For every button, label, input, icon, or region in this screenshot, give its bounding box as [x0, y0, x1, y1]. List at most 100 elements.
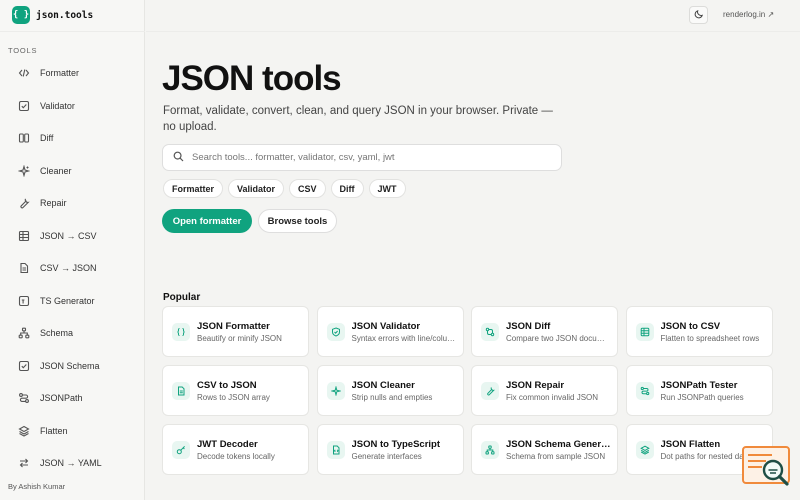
popular-tools-grid: JSON Formatter Beautify or minify JSON JS…	[162, 306, 773, 475]
search-input[interactable]	[192, 152, 552, 163]
sidebar-item-label: JSON → YAML	[40, 458, 102, 469]
wrench-icon	[18, 197, 30, 209]
table-icon	[18, 230, 30, 242]
card-description: Decode tokens locally	[197, 451, 275, 461]
table-icon	[635, 322, 654, 341]
card-title: JWT Decoder	[197, 438, 258, 450]
card-description: Schema from sample JSON	[506, 451, 606, 461]
moon-icon	[694, 6, 704, 24]
card-title: JSONPath Tester	[660, 379, 738, 391]
chip-formatter[interactable]: Formatter	[163, 179, 224, 198]
quick-chips: Formatter Validator CSV Diff JWT	[163, 179, 406, 198]
file-text-icon	[172, 381, 190, 400]
chip-validator[interactable]: Validator	[228, 179, 285, 198]
tool-card-json-validator[interactable]: JSON Validator Syntax errors with line/co…	[316, 306, 464, 357]
key-icon	[172, 440, 190, 459]
sidebar-item-ts-generator[interactable]: TS Generator	[0, 285, 145, 318]
tool-card-json-to-csv[interactable]: JSON to CSV Flatten to spreadsheet rows	[625, 306, 773, 357]
shield-check-icon	[326, 322, 345, 341]
chip-jwt[interactable]: JWT	[368, 179, 406, 198]
open-formatter-button[interactable]: Open formatter	[162, 209, 252, 233]
page-title: JSON tools	[162, 59, 342, 98]
card-description: Beautify or minify JSON	[197, 333, 282, 343]
code-icon	[18, 67, 30, 79]
search-box[interactable]	[162, 144, 562, 171]
card-title: JSON Validator	[351, 320, 421, 332]
author-credit: By Ashish Kumar	[8, 482, 66, 491]
layers-icon	[635, 440, 654, 459]
file-text-icon	[18, 262, 30, 274]
card-title: JSON Repair	[506, 379, 565, 391]
check-square-icon	[18, 360, 30, 372]
card-description: Strip nulls and empties	[351, 392, 433, 402]
sidebar-item-flatten[interactable]: Flatten	[0, 415, 145, 448]
sidebar-item-validator[interactable]: Validator	[0, 90, 145, 123]
card-title: JSON Cleaner	[351, 379, 415, 391]
sidebar-item-diff[interactable]: Diff	[0, 122, 145, 155]
layers-icon	[18, 425, 30, 437]
card-description: Rows to JSON array	[197, 392, 270, 402]
sidebar-item-label: Formatter	[40, 68, 80, 79]
card-description: Compare two JSON documents	[506, 333, 611, 343]
sidebar-item-jsonpath[interactable]: JSONPath	[0, 382, 145, 415]
sidebar-item-label: JSONPath	[40, 393, 83, 404]
sidebar-item-json-to-csv[interactable]: JSON → CSV	[0, 220, 145, 253]
tool-card-json-schema-generator[interactable]: JSON Schema Generator Schema from sample …	[471, 424, 618, 475]
sidebar-item-label: JSON → CSV	[40, 230, 97, 241]
tool-card-json-formatter[interactable]: JSON Formatter Beautify or minify JSON	[162, 306, 309, 357]
popular-heading: Popular	[163, 292, 201, 303]
tool-card-json-to-typescript[interactable]: JSON to TypeScript Generate interfaces	[316, 424, 464, 475]
sparkles-icon	[18, 164, 30, 177]
search-icon	[173, 149, 184, 167]
path-icon	[18, 392, 30, 404]
tool-card-json-repair[interactable]: JSON Repair Fix common invalid JSON	[471, 365, 618, 416]
card-description: Flatten to spreadsheet rows	[660, 333, 760, 343]
tool-card-json-diff[interactable]: JSON Diff Compare two JSON documents	[471, 306, 618, 357]
sidebar-item-json-to-yaml[interactable]: JSON → YAML	[0, 447, 145, 480]
diff-icon	[481, 322, 499, 341]
card-title: JSON to CSV	[660, 320, 721, 332]
renderlog-link[interactable]: renderlog.in ↗	[723, 10, 774, 19]
file-code-icon	[326, 440, 345, 459]
sidebar-item-repair[interactable]: Repair	[0, 187, 145, 220]
tool-card-csv-to-json[interactable]: CSV to JSON Rows to JSON array	[162, 365, 309, 416]
sidebar-nav: Formatter Validator Diff Cleaner Repair …	[0, 57, 145, 480]
sidebar-item-formatter[interactable]: Formatter	[0, 57, 145, 90]
feedback-widget[interactable]	[742, 446, 792, 488]
card-description: Fix common invalid JSON	[506, 392, 599, 402]
sidebar-item-json-schema[interactable]: JSON Schema	[0, 350, 145, 383]
braces-icon	[172, 322, 190, 341]
sidebar-item-label: Validator	[40, 100, 75, 111]
sidebar-section-label: TOOLS	[8, 46, 38, 55]
theme-toggle-button[interactable]	[689, 6, 708, 24]
tool-card-jsonpath-tester[interactable]: JSONPath Tester Run JSONPath queries	[625, 365, 773, 416]
wrench-icon	[481, 381, 499, 400]
brand[interactable]: { } json.tools	[12, 6, 93, 24]
arrows-icon	[18, 457, 30, 469]
ts-icon	[18, 295, 30, 307]
sidebar-item-schema[interactable]: Schema	[0, 317, 145, 350]
hierarchy-icon	[481, 440, 499, 459]
sidebar-item-cleaner[interactable]: Cleaner	[0, 155, 145, 188]
sidebar-item-csv-to-json[interactable]: CSV → JSON	[0, 252, 145, 285]
card-title: JSON Formatter	[197, 320, 270, 332]
sidebar-item-label: Schema	[40, 328, 74, 339]
card-title: JSON Schema Generator	[506, 438, 611, 450]
browse-tools-button[interactable]: Browse tools	[258, 209, 337, 233]
sidebar-item-label: Repair	[40, 198, 67, 209]
sidebar-item-label: JSON Schema	[40, 360, 100, 371]
sidebar-item-label: Flatten	[40, 425, 68, 436]
check-square-icon	[18, 100, 30, 112]
hierarchy-icon	[18, 327, 30, 339]
card-description: Run JSONPath queries	[660, 392, 744, 402]
header-divider	[146, 31, 800, 32]
route-icon	[635, 381, 654, 400]
tool-card-json-cleaner[interactable]: JSON Cleaner Strip nulls and empties	[316, 365, 464, 416]
card-title: JSON to TypeScript	[351, 438, 441, 450]
tool-card-jwt-decoder[interactable]: JWT Decoder Decode tokens locally	[162, 424, 309, 475]
sparkles-icon	[326, 381, 345, 400]
card-title: CSV to JSON	[197, 379, 257, 391]
chip-csv[interactable]: CSV	[289, 179, 326, 198]
card-description: Syntax errors with line/column	[351, 333, 457, 343]
chip-diff[interactable]: Diff	[330, 179, 364, 198]
